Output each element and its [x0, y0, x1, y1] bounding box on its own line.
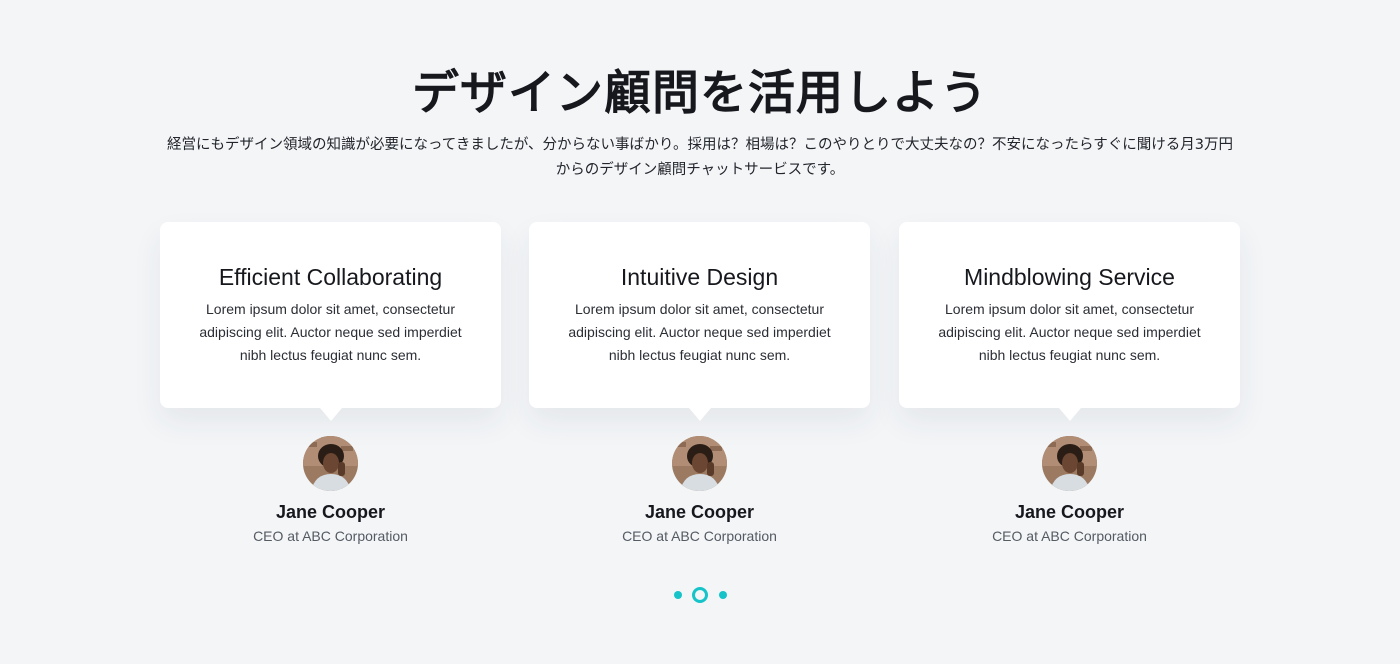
- testimonial-card: Mindblowing Service Lorem ipsum dolor si…: [899, 222, 1240, 421]
- avatar-photo-icon: [1042, 436, 1097, 491]
- testimonial-item: Efficient Collaborating Lorem ipsum dolo…: [160, 222, 501, 544]
- carousel-pagination: [0, 587, 1400, 603]
- card-title: Intuitive Design: [620, 264, 779, 290]
- pagination-dot-3[interactable]: [719, 591, 727, 599]
- testimonial-card: Intuitive Design Lorem ipsum dolor sit a…: [529, 222, 870, 421]
- card-text: Lorem ipsum dolor sit amet, consectetur …: [938, 301, 1201, 363]
- testimonial-item: Intuitive Design Lorem ipsum dolor sit a…: [529, 222, 870, 544]
- testimonial-section: デザイン顧問を活用しよう 経営にもデザイン領域の知識が必要になってきましたが、分…: [0, 0, 1400, 664]
- avatar: [1042, 436, 1097, 491]
- card-title: Mindblowing Service: [964, 264, 1175, 290]
- author-role: CEO at ABC Corporation: [622, 528, 777, 544]
- author-name: Jane Cooper: [644, 502, 755, 522]
- avatar: [672, 436, 727, 491]
- author-name: Jane Cooper: [275, 502, 386, 522]
- author-role: CEO at ABC Corporation: [992, 528, 1147, 544]
- testimonial-cards: Efficient Collaborating Lorem ipsum dolo…: [160, 222, 1240, 552]
- avatar-photo-icon: [672, 436, 727, 491]
- testimonial-item: Mindblowing Service Lorem ipsum dolor si…: [899, 222, 1240, 544]
- pagination-dot-1[interactable]: [674, 591, 682, 599]
- author-name: Jane Cooper: [1014, 502, 1125, 522]
- card-text: Lorem ipsum dolor sit amet, consectetur …: [568, 301, 831, 363]
- pagination-dot-2[interactable]: [692, 587, 708, 603]
- section-title: デザイン顧問を活用しよう: [412, 66, 988, 121]
- avatar-photo-icon: [303, 436, 358, 491]
- testimonial-card: Efficient Collaborating Lorem ipsum dolo…: [160, 222, 501, 421]
- avatar: [303, 436, 358, 491]
- author-role: CEO at ABC Corporation: [253, 528, 408, 544]
- card-title: Efficient Collaborating: [218, 264, 443, 290]
- card-text: Lorem ipsum dolor sit amet, consectetur …: [199, 301, 462, 363]
- section-subtitle: 経営にもデザイン領域の知識が必要になってきましたが、分からない事ばかり。採用は？…: [167, 137, 1233, 178]
